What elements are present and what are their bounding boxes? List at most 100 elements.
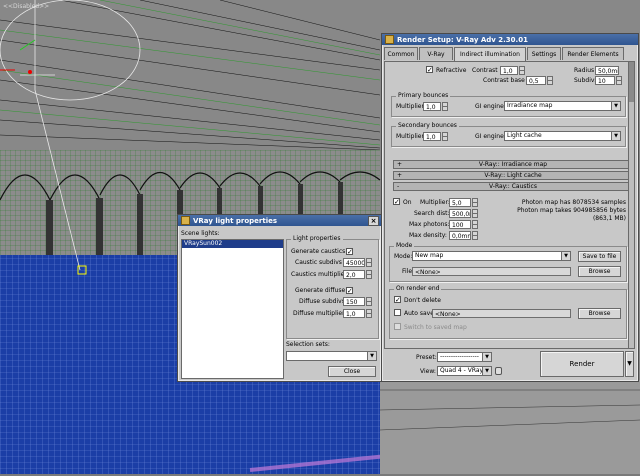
caustics-multiplier-label: Caustics multiplier xyxy=(291,271,347,278)
auto-save-field[interactable]: <None> xyxy=(432,309,571,318)
chevron-down-icon: ▼ xyxy=(482,367,491,375)
search-dist-field[interactable]: 500,0mi xyxy=(449,209,471,218)
refractive-checkbox[interactable]: ✓ xyxy=(426,66,433,74)
view-dropdown[interactable]: Quad 4 - VRayP ▼ xyxy=(437,366,492,376)
secondary-multiplier-field[interactable]: 1,0 xyxy=(423,132,441,141)
render-button[interactable]: Render xyxy=(540,351,624,377)
render-setup-dialog: Render Setup: V-Ray Adv 2.30.01 Common V… xyxy=(381,33,639,382)
lock-icon[interactable] xyxy=(495,367,502,375)
chevron-down-icon: ▼ xyxy=(482,353,491,361)
caustics-on-checkbox[interactable]: ✓ xyxy=(393,198,400,206)
diffuse-multiplier-label: Diffuse multiplier xyxy=(293,310,345,317)
view-value: Quad 4 - VRayP xyxy=(440,367,487,374)
max-density-spinner[interactable] xyxy=(472,231,478,240)
secondary-multiplier-spinner[interactable] xyxy=(442,132,448,141)
primary-gi-engine-value: Irradiance map xyxy=(507,102,553,109)
close-button[interactable]: Close xyxy=(328,366,376,377)
subdivs-spinner[interactable] xyxy=(616,76,622,85)
primary-multiplier-spinner[interactable] xyxy=(442,102,448,111)
max-photons-spinner[interactable] xyxy=(472,220,478,229)
rollout-light-cache[interactable]: + V-Ray:: Light cache xyxy=(393,171,628,180)
collapse-icon: - xyxy=(397,183,400,190)
contrast-field[interactable]: 1,0 xyxy=(500,66,518,75)
caustics-multiplier-field[interactable]: 2,0 xyxy=(343,270,365,279)
expand-icon: + xyxy=(397,161,403,168)
contrast-spinner[interactable] xyxy=(519,66,525,75)
rollout-label: V-Ray:: Caustics xyxy=(489,183,537,190)
radius-field[interactable]: 50,0mi xyxy=(595,66,619,75)
diffuse-subdivs-field[interactable]: 150 xyxy=(343,297,365,306)
file-field[interactable]: <None> xyxy=(412,267,571,276)
diffuse-subdivs-spinner[interactable] xyxy=(366,297,372,306)
primary-multiplier-field[interactable]: 1,0 xyxy=(423,102,441,111)
chevron-down-icon: ▼ xyxy=(367,352,376,360)
expand-icon: + xyxy=(397,172,403,179)
render-setup-titlebar[interactable]: Render Setup: V-Ray Adv 2.30.01 xyxy=(382,34,638,45)
chevron-down-icon: ▼ xyxy=(611,102,620,110)
scene-lights-list[interactable]: VRaySun002 xyxy=(181,239,284,379)
rollout-caustics[interactable]: - V-Ray:: Caustics xyxy=(393,182,628,191)
chevron-down-icon: ▼ xyxy=(627,360,632,367)
scrollbar[interactable] xyxy=(628,61,635,349)
caustics-multiplier-field[interactable]: 5,0 xyxy=(449,198,471,207)
light-properties-group: Light properties Generate caustics ✓ Cau… xyxy=(286,235,379,339)
primary-gi-engine-dropdown[interactable]: Irradiance map ▼ xyxy=(504,101,621,111)
list-item[interactable]: VRaySun002 xyxy=(182,240,283,248)
light-dialog-titlebar[interactable]: VRay light properties × xyxy=(178,215,381,226)
preset-dropdown[interactable]: ------------------ ▼ xyxy=(437,352,492,362)
generate-caustics-checkbox[interactable]: ✓ xyxy=(346,248,353,256)
generate-diffuse-label: Generate diffuse xyxy=(295,287,346,294)
selection-sets-label: Selection sets: xyxy=(286,341,330,348)
on-render-end-group: On render end ✓ Don't delete Auto save: … xyxy=(389,285,627,339)
dont-delete-checkbox[interactable]: ✓ xyxy=(394,296,401,304)
selection-sets-dropdown[interactable]: ▼ xyxy=(286,351,377,361)
secondary-gi-engine-dropdown[interactable]: Light cache ▼ xyxy=(504,131,621,141)
scrollbar-thumb[interactable] xyxy=(629,62,634,102)
max-photons-field[interactable]: 100 xyxy=(449,220,471,229)
tab-indirect-illumination[interactable]: Indirect illumination xyxy=(454,47,526,61)
caustic-subdivs-field[interactable]: 45000 xyxy=(343,258,365,267)
secondary-bounces-group: Secondary bounces Multiplier 1,0 GI engi… xyxy=(391,122,626,147)
photon-map-info-1: Photon map has 8078534 samples xyxy=(521,199,626,206)
diffuse-multiplier-field[interactable]: 1,0 xyxy=(343,309,365,318)
subdivs-field[interactable]: 10 xyxy=(595,76,615,85)
primary-multiplier-label: Multiplier xyxy=(396,103,424,110)
photon-map-info-2: Photon map takes 904985856 bytes xyxy=(517,207,626,214)
browse-auto-save-button[interactable]: Browse xyxy=(578,308,621,319)
tab-settings[interactable]: Settings xyxy=(527,47,561,60)
diffuse-subdivs-label: Diffuse subdivs xyxy=(299,298,345,305)
browse-button[interactable]: Browse xyxy=(578,266,621,277)
search-dist-spinner[interactable] xyxy=(472,209,478,218)
caustic-subdivs-label: Caustic subdivs xyxy=(295,259,342,266)
max-density-field[interactable]: 0,0mm xyxy=(449,231,471,240)
photon-map-info-3: (863,1 MB) xyxy=(592,215,626,222)
rollout-irradiance-map[interactable]: + V-Ray:: Irradiance map xyxy=(393,160,628,169)
tab-vray[interactable]: V-Ray xyxy=(419,47,453,60)
contrast-label: Contrast xyxy=(472,67,498,74)
render-options-button[interactable]: ▼ xyxy=(625,351,634,377)
viewport-label: <<Disabled>> xyxy=(3,3,50,10)
scene-lights-label: Scene lights: xyxy=(181,230,220,237)
search-dist-label: Search dist: xyxy=(414,210,450,217)
mode-dropdown[interactable]: New map ▼ xyxy=(412,251,571,261)
generate-caustics-label: Generate caustics xyxy=(291,248,346,255)
light-properties-dialog: VRay light properties × Scene lights: VR… xyxy=(177,214,382,382)
tab-render-elements[interactable]: Render Elements xyxy=(562,47,624,60)
diffuse-multiplier-spinner[interactable] xyxy=(366,309,372,318)
contrast-base-field[interactable]: 0,5 xyxy=(526,76,546,85)
caustics-multiplier-spinner[interactable] xyxy=(472,198,478,207)
switch-saved-checkbox[interactable] xyxy=(394,323,401,330)
generate-diffuse-checkbox[interactable]: ✓ xyxy=(346,287,353,295)
switch-saved-label: Switch to saved map xyxy=(404,324,467,331)
tab-common[interactable]: Common xyxy=(384,47,418,60)
contrast-base-spinner[interactable] xyxy=(547,76,553,85)
caustics-multiplier-spinner[interactable] xyxy=(366,270,372,279)
tab-bar: Common V-Ray Indirect illumination Setti… xyxy=(384,47,634,62)
close-icon[interactable]: × xyxy=(368,216,379,226)
light-dialog-title: VRay light properties xyxy=(193,216,278,225)
caustic-subdivs-spinner[interactable] xyxy=(366,258,372,267)
auto-save-checkbox[interactable] xyxy=(394,309,401,316)
primary-bounces-group: Primary bounces Multiplier 1,0 GI engine… xyxy=(391,92,626,117)
save-to-file-button[interactable]: Save to file xyxy=(578,251,621,262)
secondary-multiplier-label: Multiplier xyxy=(396,133,424,140)
